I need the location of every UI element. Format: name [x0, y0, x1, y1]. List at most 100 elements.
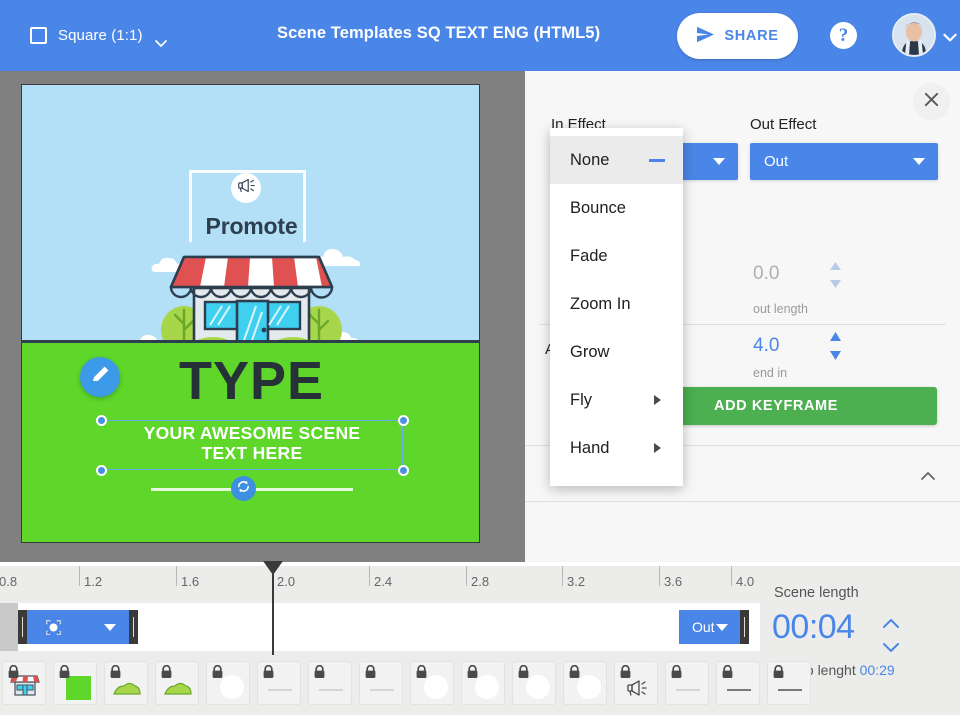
lock-icon	[619, 665, 632, 684]
ruler-tick-label: 3.2	[567, 574, 585, 589]
layer-thumbnail[interactable]	[614, 661, 658, 705]
ruler-tick	[369, 566, 370, 586]
dropdown-item-bounce[interactable]: Bounce	[550, 184, 683, 232]
clip-chevron-down-icon[interactable]	[716, 624, 728, 631]
timeline-clip-in[interactable]	[18, 610, 138, 644]
layer-thumbnail[interactable]	[563, 661, 607, 705]
playhead-handle[interactable]	[263, 561, 283, 575]
ruler-tick	[562, 566, 563, 586]
share-button[interactable]: SHARE	[677, 13, 798, 59]
document-title: Scene Templates SQ TEXT ENG (HTML5)	[277, 24, 600, 43]
dropdown-item-label: Bounce	[570, 199, 626, 218]
layer-thumbnail[interactable]	[410, 661, 454, 705]
layer-thumbnail[interactable]	[512, 661, 556, 705]
edit-text-button[interactable]	[80, 357, 120, 397]
end-in-value[interactable]: 4.0	[753, 335, 779, 357]
lock-icon	[670, 665, 683, 684]
ruler-tick-label: 2.8	[471, 574, 489, 589]
megaphone-badge	[231, 173, 261, 203]
in-effect-dropdown-menu[interactable]: None Bounce Fade Zoom In Grow Fly Hand	[550, 128, 683, 486]
lock-icon	[7, 665, 20, 684]
ruler-tick-label: 2.4	[374, 574, 392, 589]
lock-icon	[772, 665, 785, 684]
layer-thumbnail[interactable]	[206, 661, 250, 705]
layer-thumbnail[interactable]	[155, 661, 199, 705]
layer-thumbnail[interactable]	[104, 661, 148, 705]
lock-icon	[262, 665, 275, 684]
line-shape	[319, 689, 343, 691]
scene-length-increase[interactable]	[880, 614, 902, 637]
timeline-clip-out[interactable]: Out	[679, 610, 749, 644]
ruler-tick-label: 2.0	[277, 574, 295, 589]
panel-divider-3	[525, 501, 960, 502]
video-length-value: 00:29	[860, 662, 895, 678]
line-shape	[727, 689, 751, 691]
selection-handle-tr[interactable]	[398, 415, 409, 426]
end-in-caption: end in	[753, 366, 787, 380]
timeline-ruler[interactable]: 0.81.21.62.02.42.83.23.64.0	[0, 566, 760, 603]
layer-thumbnail[interactable]	[665, 661, 709, 705]
rotate-handle[interactable]	[231, 476, 256, 501]
scene-length-title: Scene length	[774, 585, 859, 601]
scene-length-decrease[interactable]	[880, 638, 902, 661]
ruler-tick-label: 3.6	[664, 574, 682, 589]
dropdown-item-grow[interactable]: Grow	[550, 328, 683, 376]
ruler-tick-label: 4.0	[736, 574, 754, 589]
add-keyframe-button[interactable]: ADD KEYFRAME	[653, 387, 937, 425]
layer-thumbnail[interactable]	[53, 661, 97, 705]
layer-thumbnail[interactable]	[359, 661, 403, 705]
layer-thumbnail[interactable]	[257, 661, 301, 705]
dropdown-item-fade[interactable]: Fade	[550, 232, 683, 280]
clip-handle-right[interactable]	[129, 610, 138, 644]
line-shape	[268, 689, 292, 691]
selection-handle-bl[interactable]	[96, 465, 107, 476]
lock-icon	[313, 665, 326, 684]
ruler-tick-label: 1.2	[84, 574, 102, 589]
share-button-label: SHARE	[724, 28, 778, 44]
avatar[interactable]	[892, 13, 936, 57]
line-shape	[370, 689, 394, 691]
ground-line	[22, 340, 479, 343]
send-icon	[696, 26, 715, 46]
clip-out-label: Out	[692, 619, 715, 635]
out-length-value[interactable]: 0.0	[753, 263, 779, 285]
canvas-area: Promote	[0, 71, 525, 562]
chevron-up-icon[interactable]	[918, 466, 938, 491]
scene-length-value[interactable]: 00:04	[772, 608, 855, 647]
transform-handle-icon	[44, 618, 63, 642]
lock-icon	[415, 665, 428, 684]
layer-thumbnail[interactable]	[461, 661, 505, 705]
end-in-stepper[interactable]	[827, 329, 844, 368]
account-chevron-down-icon[interactable]	[941, 28, 959, 51]
selection-handle-tl[interactable]	[96, 415, 107, 426]
submenu-arrow-icon	[654, 443, 661, 453]
line-shape	[778, 689, 802, 691]
out-length-stepper[interactable]	[827, 259, 844, 296]
layer-thumbnail-strip[interactable]	[0, 651, 760, 715]
layer-thumbnail[interactable]	[308, 661, 352, 705]
scene-text-line2: TEXT HERE	[101, 443, 403, 463]
aspect-ratio-selector[interactable]: Square (1:1)	[30, 27, 153, 44]
out-effect-select[interactable]: Out	[750, 143, 938, 180]
scene-stage[interactable]: Promote	[21, 84, 480, 543]
chevron-down-icon	[913, 158, 925, 165]
dropdown-item-hand[interactable]: Hand	[550, 424, 683, 472]
lock-icon	[58, 665, 71, 684]
dropdown-item-none[interactable]: None	[550, 136, 683, 184]
layer-thumbnail[interactable]	[767, 661, 811, 705]
dropdown-item-zoom-in[interactable]: Zoom In	[550, 280, 683, 328]
selection-handle-br[interactable]	[398, 465, 409, 476]
dropdown-item-fly[interactable]: Fly	[550, 376, 683, 424]
help-button[interactable]: ?	[830, 22, 857, 49]
lock-icon	[721, 665, 734, 684]
clip-handle-left[interactable]	[18, 610, 27, 644]
chevron-down-icon	[713, 158, 725, 165]
clip-handle-right[interactable]	[740, 610, 749, 644]
dropdown-item-label: Fade	[570, 247, 608, 266]
lock-icon	[364, 665, 377, 684]
layer-thumbnail[interactable]	[2, 661, 46, 705]
clip-chevron-down-icon[interactable]	[104, 624, 116, 631]
layer-thumbnail[interactable]	[716, 661, 760, 705]
pencil-icon	[90, 365, 110, 390]
close-button[interactable]	[913, 83, 950, 120]
